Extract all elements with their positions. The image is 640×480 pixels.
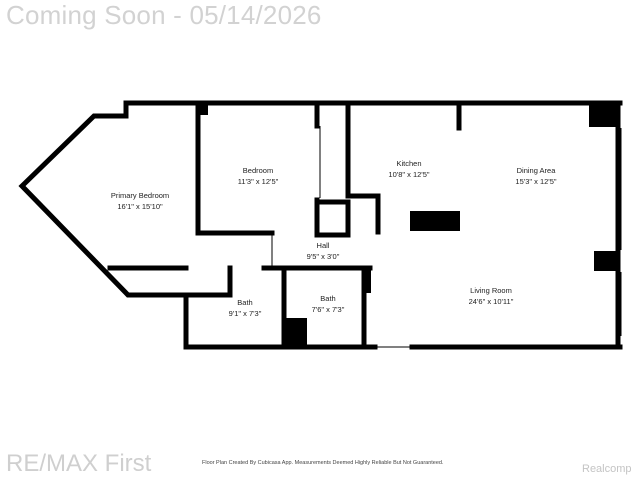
floor-plan: Primary Bedroom 16'1" x 15'10" Bedroom 1… bbox=[18, 100, 623, 350]
living-room-name: Living Room bbox=[470, 286, 512, 295]
bath1-size: 9'1" x 7'3" bbox=[229, 309, 262, 318]
bath1-name: Bath bbox=[237, 298, 252, 307]
kitchen-size: 10'8" x 12'5" bbox=[388, 170, 429, 179]
living-room-size: 24'6" x 10'11" bbox=[469, 297, 514, 306]
primary-bedroom-name: Primary Bedroom bbox=[111, 191, 169, 200]
kitchen-left-wall bbox=[345, 100, 381, 235]
kitchen-island bbox=[410, 211, 460, 231]
primary-bedroom-size: 16'1" x 15'10" bbox=[117, 202, 163, 211]
hall-size: 9'5" x 3'0" bbox=[307, 252, 340, 261]
bedroom-size: 11'3" x 12'5" bbox=[238, 177, 279, 186]
kitchen-name: Kitchen bbox=[396, 159, 421, 168]
bath2-size: 7'6" x 7'3" bbox=[312, 305, 345, 314]
corner-column-left bbox=[196, 103, 208, 115]
bath2-column bbox=[362, 270, 371, 293]
dining-area-size: 15'3" x 12'5" bbox=[515, 177, 556, 186]
column-right-mid bbox=[594, 251, 620, 271]
floor-plan-disclaimer: Floor Plan Created By Cubicasa App. Meas… bbox=[202, 460, 444, 466]
bath-shaft bbox=[283, 318, 307, 347]
dining-area-name: Dining Area bbox=[517, 166, 557, 175]
remax-brand-watermark: RE/MAX First bbox=[6, 450, 152, 477]
bedroom-name: Bedroom bbox=[243, 166, 273, 175]
hall-name: Hall bbox=[317, 241, 330, 250]
bath2-name: Bath bbox=[320, 294, 335, 303]
corner-column-right bbox=[589, 103, 620, 127]
realcomp-watermark: Realcomp bbox=[582, 463, 632, 475]
closet-wall bbox=[314, 199, 351, 238]
